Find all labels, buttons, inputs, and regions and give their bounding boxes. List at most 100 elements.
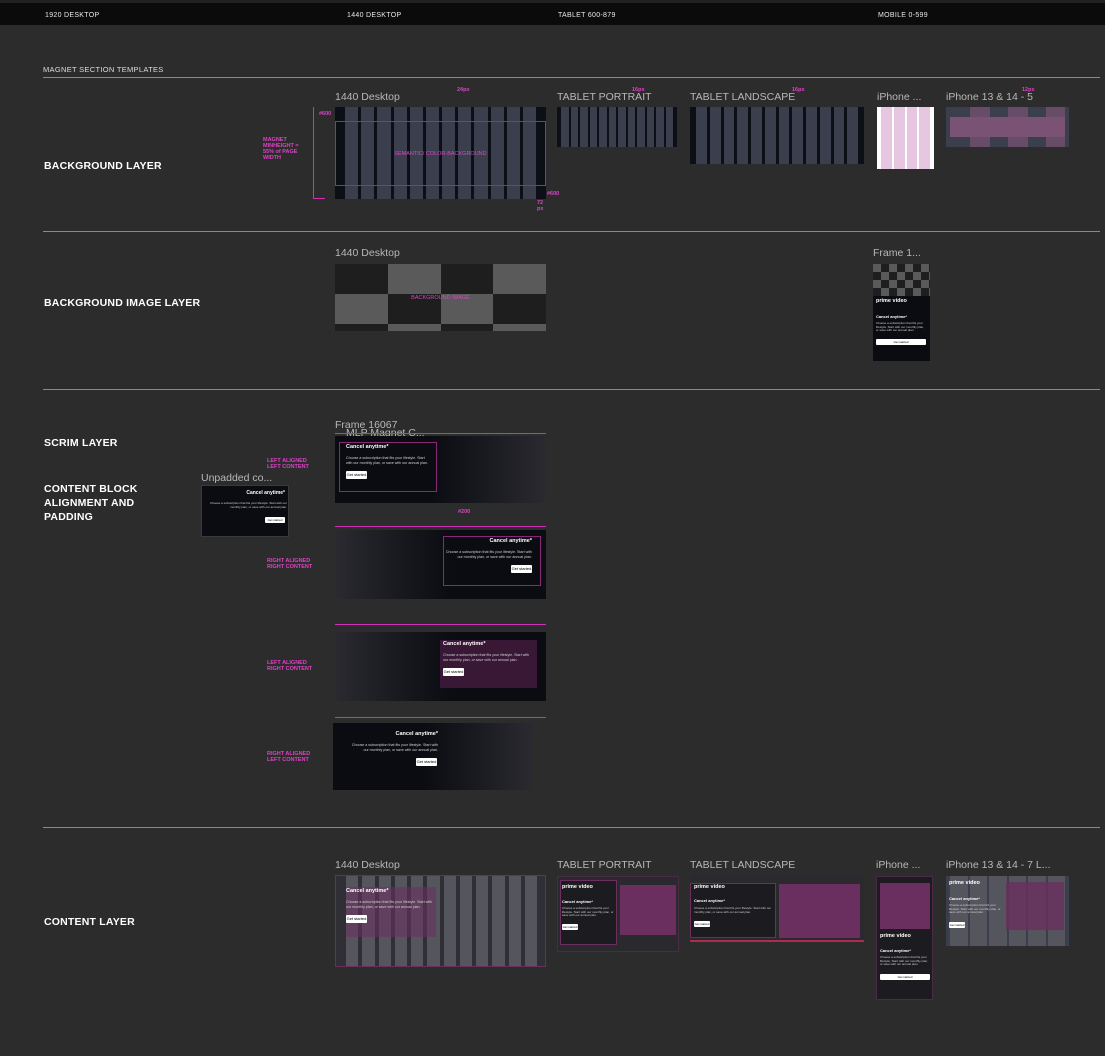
- scrim-right-right[interactable]: Cancel anytime* Choose a subscription th…: [335, 530, 546, 599]
- align-left-right: LEFT ALIGNED RIGHT CONTENT: [267, 660, 313, 672]
- card-title: Cancel anytime*: [489, 538, 533, 544]
- row-label-content-block: CONTENT BLOCK ALIGNMENT AND PADDING: [44, 483, 138, 523]
- content-frame-tablet-landscape[interactable]: prime video Cancel anytime* Choose a sub…: [690, 876, 864, 942]
- row-label-background-image: BACKGROUND IMAGE LAYER: [44, 297, 201, 309]
- get-started-button[interactable]: Get started: [265, 517, 285, 523]
- section-title: MAGNET SECTION TEMPLATES: [43, 65, 164, 74]
- scrim-right-left[interactable]: Cancel anytime* Choose a subscription th…: [333, 723, 532, 790]
- brand-logo: prime video: [949, 880, 980, 886]
- card-title: Cancel anytime*: [562, 899, 593, 904]
- bg-image-label: BACKGROUND IMAGE: [411, 295, 470, 301]
- gap-24-label: 24px: [457, 87, 470, 93]
- card-title: Cancel anytime*: [876, 314, 907, 319]
- card-body: Choose a subscription that fits your lif…: [949, 903, 1001, 915]
- get-started-button[interactable]: Get started: [694, 921, 710, 927]
- measure-line: [335, 433, 546, 434]
- content-frame-tablet-portrait[interactable]: prime video Cancel anytime* Choose a sub…: [557, 876, 679, 952]
- card-body: Choose a subscription that fits your lif…: [880, 955, 929, 967]
- get-started-button[interactable]: Get started: [880, 974, 930, 980]
- scrim-left-right[interactable]: Cancel anytime* Choose a subscription th…: [335, 632, 546, 701]
- gap-16b-label: 16px: [792, 87, 805, 93]
- brand-logo: prime video: [694, 884, 725, 890]
- card-body: Choose a subscription that fits your lif…: [346, 900, 433, 909]
- row-label-content: CONTENT LAYER: [44, 916, 135, 928]
- get-started-button[interactable]: Get started: [416, 758, 437, 766]
- bg-token-label: SEMANTIC/ COLOR-BACKGROUND: [394, 151, 487, 157]
- get-started-button[interactable]: Get started: [346, 915, 367, 923]
- gap-16-label: 16px: [632, 87, 645, 93]
- frame-name-iphone-13[interactable]: iPhone 13 & 14 - 5: [946, 91, 1033, 103]
- unpadded-card[interactable]: Cancel anytime* Choose a subscription th…: [201, 485, 289, 537]
- align-right-left: RIGHT ALIGNED LEFT CONTENT: [267, 751, 311, 763]
- card-title: Cancel anytime*: [346, 444, 389, 450]
- breakpoint-tablet: TABLET 600-879: [558, 12, 616, 19]
- card-title: Cancel anytime*: [880, 948, 911, 953]
- background-frame-iphone[interactable]: [877, 107, 934, 169]
- get-started-button[interactable]: Get started: [562, 924, 578, 930]
- brand-logo: prime video: [880, 933, 911, 939]
- card-body: Choose a subscription that fits your lif…: [694, 906, 772, 914]
- breakpoint-1440: 1440 DESKTOP: [347, 12, 402, 19]
- card-body: Choose a subscription that fits your lif…: [209, 501, 287, 509]
- card-title: Cancel anytime*: [443, 641, 486, 647]
- measure-line: [335, 624, 546, 625]
- get-started-button[interactable]: Get started: [511, 565, 532, 573]
- card-title: Cancel anytime*: [246, 490, 285, 496]
- gap-200-label: #200: [458, 509, 471, 515]
- size-72-label: 72 px: [537, 200, 544, 212]
- card-title: Cancel anytime*: [346, 888, 389, 894]
- scrim-left-left[interactable]: Cancel anytime* Choose a subscription th…: [335, 436, 546, 503]
- measure-line: [335, 526, 546, 527]
- frame-name-iphone[interactable]: iPhone ...: [877, 91, 921, 103]
- frame-name-content-tablet-portrait[interactable]: TABLET PORTRAIT: [557, 859, 652, 871]
- minheight-annotation: MAGNET MINHEIGHT = 55% of PAGE WIDTH: [263, 137, 299, 161]
- size-600b-label: #600: [547, 191, 560, 197]
- brand-logo: prime video: [876, 298, 907, 304]
- divider: [43, 389, 1100, 390]
- brand-logo: prime video: [562, 884, 593, 890]
- content-frame-iphone-13[interactable]: prime video Cancel anytime* Choose a sub…: [946, 876, 1069, 946]
- get-started-button[interactable]: Get started: [949, 922, 965, 928]
- frame-name-bgimg-1440[interactable]: 1440 Desktop: [335, 247, 400, 259]
- background-frame-tablet-landscape[interactable]: [690, 107, 864, 164]
- frame-name-bgimg-mobile[interactable]: Frame 1...: [873, 247, 921, 259]
- gap-12-label: 12px: [1022, 87, 1035, 93]
- minheight-line: [313, 107, 314, 199]
- background-frame-iphone-13[interactable]: [946, 107, 1069, 147]
- align-left-left: LEFT ALIGNED LEFT CONTENT: [267, 458, 309, 470]
- bgimg-mobile-frame[interactable]: prime video Cancel anytime* Choose a sub…: [873, 264, 930, 361]
- frame-name-content-iphone[interactable]: iPhone ...: [876, 859, 920, 871]
- frame-name-1440[interactable]: 1440 Desktop: [335, 91, 400, 103]
- content-frame-1440[interactable]: Cancel anytime* Choose a subscription th…: [335, 875, 546, 967]
- content-frame-iphone[interactable]: prime video Cancel anytime* Choose a sub…: [876, 876, 933, 1000]
- minheight-tick: [313, 198, 325, 199]
- frame-name-content-1440[interactable]: 1440 Desktop: [335, 859, 400, 871]
- align-right-right: RIGHT ALIGNED RIGHT CONTENT: [267, 558, 313, 570]
- card-body: Choose a subscription that fits your lif…: [445, 550, 532, 559]
- card-body: Choose a subscription that fits your lif…: [346, 456, 428, 465]
- frame-name-tablet-landscape[interactable]: TABLET LANDSCAPE: [690, 91, 795, 103]
- breakpoint-1920: 1920 DESKTOP: [45, 12, 100, 19]
- get-started-button[interactable]: Get started: [346, 471, 367, 479]
- card-body: Choose a subscription that fits your lif…: [876, 321, 925, 333]
- card-body: Choose a subscription that fits your lif…: [562, 906, 614, 918]
- divider: [43, 231, 1100, 232]
- background-frame-tablet-portrait[interactable]: [557, 107, 677, 147]
- frame-name-content-tablet-landscape[interactable]: TABLET LANDSCAPE: [690, 859, 795, 871]
- card-title: Cancel anytime*: [395, 731, 439, 737]
- row-label-background: BACKGROUND LAYER: [44, 160, 162, 172]
- get-started-button[interactable]: Get started: [443, 668, 464, 676]
- card-title: Cancel anytime*: [694, 898, 725, 903]
- card-body: Choose a subscription that fits your lif…: [351, 743, 438, 752]
- divider: [43, 827, 1100, 828]
- divider: [43, 77, 1100, 78]
- breakpoint-mobile: MOBILE 0-599: [878, 12, 928, 19]
- get-started-button[interactable]: Get started: [876, 339, 926, 345]
- size-600-label: #600: [319, 111, 332, 117]
- breakpoint-header: 1920 DESKTOP 1440 DESKTOP TABLET 600-879…: [0, 0, 1105, 25]
- card-body: Choose a subscription that fits your lif…: [443, 653, 530, 662]
- frame-name-content-iphone-13[interactable]: iPhone 13 & 14 - 7 L...: [946, 859, 1051, 871]
- frame-name-unpadded[interactable]: Unpadded co...: [201, 472, 272, 484]
- measure-line: [335, 717, 546, 718]
- card-title: Cancel anytime*: [949, 896, 980, 901]
